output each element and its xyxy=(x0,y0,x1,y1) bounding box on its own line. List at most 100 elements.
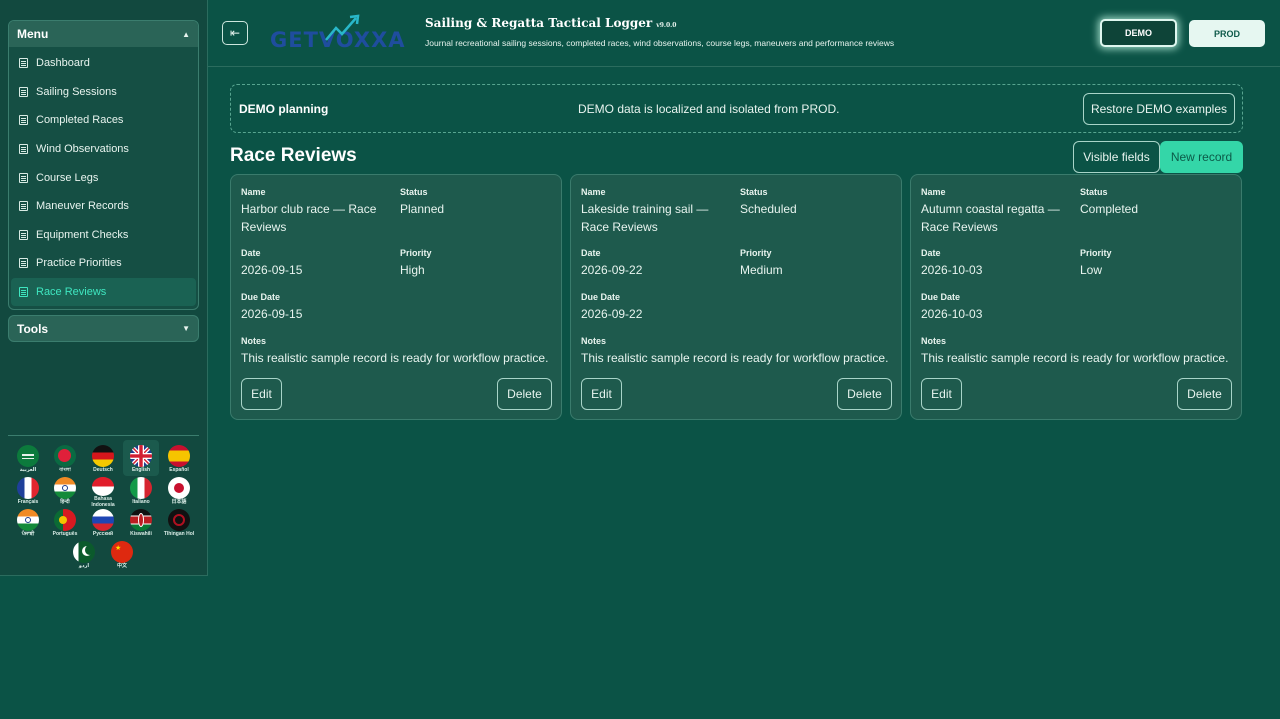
sidebar-item-sailing-sessions[interactable]: Sailing Sessions xyxy=(9,78,198,107)
portugal-flag-icon xyxy=(54,509,76,531)
record-name: Lakeside training sail — Race Reviews xyxy=(581,202,709,234)
language-option[interactable]: 日本語 xyxy=(161,474,197,508)
language-option[interactable]: Tlhingan Hol xyxy=(161,506,197,540)
notes-label: Notes xyxy=(921,336,947,346)
sidebar-item-equipment-checks[interactable]: Equipment Checks xyxy=(9,221,198,250)
tools-header[interactable]: Tools ▼ xyxy=(8,315,199,342)
sidebar-item-label: Race Reviews xyxy=(36,286,107,299)
language-label: Português xyxy=(52,531,78,537)
banner-message: DEMO data is localized and isolated from… xyxy=(578,102,840,116)
date-label: Date xyxy=(241,248,261,258)
divider xyxy=(8,435,199,436)
language-option[interactable]: ★ 中文 xyxy=(104,538,140,572)
sidebar-item-dashboard[interactable]: Dashboard xyxy=(9,49,198,78)
edit-button[interactable]: Edit xyxy=(921,378,962,410)
document-icon xyxy=(19,287,28,298)
sidebar-item-label: Dashboard xyxy=(36,57,90,70)
new-record-button[interactable]: New record xyxy=(1160,141,1243,173)
caret-down-icon: ▼ xyxy=(182,324,190,333)
language-option[interactable]: Deutsch xyxy=(85,442,121,476)
language-option[interactable]: Bahasa Indonesia xyxy=(85,474,121,508)
language-option[interactable]: বাংলা xyxy=(47,442,83,476)
language-option[interactable]: العربية xyxy=(10,442,46,476)
language-label: Français xyxy=(17,499,39,505)
language-label: 中文 xyxy=(116,563,127,569)
china-flag-icon: ★ xyxy=(111,541,133,563)
record-notes: This realistic sample record is ready fo… xyxy=(581,351,889,365)
app-version: v9.0.0 xyxy=(656,22,677,29)
delete-button[interactable]: Delete xyxy=(837,378,892,410)
record-date: 2026-10-03 xyxy=(921,263,983,277)
menu-header[interactable]: Menu ▲ xyxy=(9,21,198,47)
sidebar-item-race-reviews[interactable]: Race Reviews xyxy=(11,277,196,307)
document-icon xyxy=(19,86,28,97)
language-label: বাংলা xyxy=(59,467,71,473)
banner-title: DEMO planning xyxy=(239,102,329,116)
status-label: Status xyxy=(1080,187,1108,197)
sidebar: Menu ▲ Dashboard Sailing Sessions Comple… xyxy=(0,0,208,576)
kenya-flag-icon xyxy=(130,509,152,531)
sidebar-item-course-legs[interactable]: Course Legs xyxy=(9,163,198,192)
priority-label: Priority xyxy=(740,248,772,258)
language-option[interactable]: Português xyxy=(47,506,83,540)
priority-label: Priority xyxy=(400,248,432,258)
language-label: English xyxy=(131,467,151,473)
bangladesh-flag-icon xyxy=(54,445,76,467)
record-due-date: 2026-09-22 xyxy=(581,307,643,321)
sidebar-item-practice-priorities[interactable]: Practice Priorities xyxy=(9,249,198,278)
sidebar-item-maneuver-records[interactable]: Maneuver Records xyxy=(9,192,198,221)
language-option[interactable]: Español xyxy=(161,442,197,476)
language-label: ਪੰਜਾਬੀ xyxy=(21,531,35,537)
collapse-sidebar-button[interactable]: ⇤ xyxy=(222,21,248,45)
sidebar-item-label: Wind Observations xyxy=(36,143,129,156)
document-icon xyxy=(19,115,28,126)
record-date: 2026-09-22 xyxy=(581,263,643,277)
sidebar-item-wind-observations[interactable]: Wind Observations xyxy=(9,135,198,164)
date-label: Date xyxy=(581,248,601,258)
name-label: Name xyxy=(581,187,606,197)
delete-button[interactable]: Delete xyxy=(497,378,552,410)
language-option[interactable]: Italiano xyxy=(123,474,159,508)
status-label: Status xyxy=(400,187,428,197)
record-status: Planned xyxy=(400,202,445,216)
record-name: Autumn coastal regatta — Race Reviews xyxy=(921,202,1060,234)
germany-flag-icon xyxy=(92,445,114,467)
delete-button[interactable]: Delete xyxy=(1177,378,1232,410)
language-label: हिन्दी xyxy=(60,499,70,505)
demo-env-button[interactable]: DEMO xyxy=(1100,19,1177,47)
language-label: Italiano xyxy=(132,499,150,505)
menu-list: Dashboard Sailing Sessions Completed Rac… xyxy=(9,47,198,307)
sidebar-item-label: Maneuver Records xyxy=(36,200,129,213)
priority-label: Priority xyxy=(1080,248,1112,258)
visible-fields-button[interactable]: Visible fields xyxy=(1073,141,1160,173)
collapse-sidebar-icon: ⇤ xyxy=(229,26,241,40)
language-option-selected[interactable]: English xyxy=(123,440,159,476)
language-option[interactable]: ਪੰਜਾਬੀ xyxy=(10,506,46,540)
status-label: Status xyxy=(740,187,768,197)
record-priority: High xyxy=(400,263,425,277)
language-option[interactable]: Kiswahili xyxy=(123,506,159,540)
record-notes: This realistic sample record is ready fo… xyxy=(241,351,549,365)
demo-planning-banner: DEMO planning DEMO data is localized and… xyxy=(230,84,1243,133)
menu-title: Menu xyxy=(17,27,49,41)
sidebar-item-label: Equipment Checks xyxy=(36,228,129,241)
prod-env-button[interactable]: PROD xyxy=(1189,20,1265,47)
edit-button[interactable]: Edit xyxy=(581,378,622,410)
language-option[interactable]: Français xyxy=(10,474,46,508)
language-option[interactable]: اردو xyxy=(66,538,102,572)
document-icon xyxy=(19,201,28,212)
record-card: Name Harbor club race — Race Reviews Sta… xyxy=(230,174,562,420)
tools-title: Tools xyxy=(17,321,49,336)
india-flag-icon xyxy=(54,477,76,499)
language-option[interactable]: हिन्दी xyxy=(47,474,83,508)
restore-demo-button[interactable]: Restore DEMO examples xyxy=(1083,93,1235,125)
document-icon xyxy=(19,258,28,269)
edit-button[interactable]: Edit xyxy=(241,378,282,410)
sidebar-item-completed-races[interactable]: Completed Races xyxy=(9,106,198,135)
language-option[interactable]: Русский xyxy=(85,506,121,540)
logo-arrow-icon xyxy=(325,14,360,41)
menu-panel: Menu ▲ Dashboard Sailing Sessions Comple… xyxy=(8,20,199,310)
klingon-flag-icon xyxy=(168,509,190,531)
uk-flag-icon xyxy=(130,445,152,467)
language-label: Kiswahili xyxy=(130,531,152,537)
